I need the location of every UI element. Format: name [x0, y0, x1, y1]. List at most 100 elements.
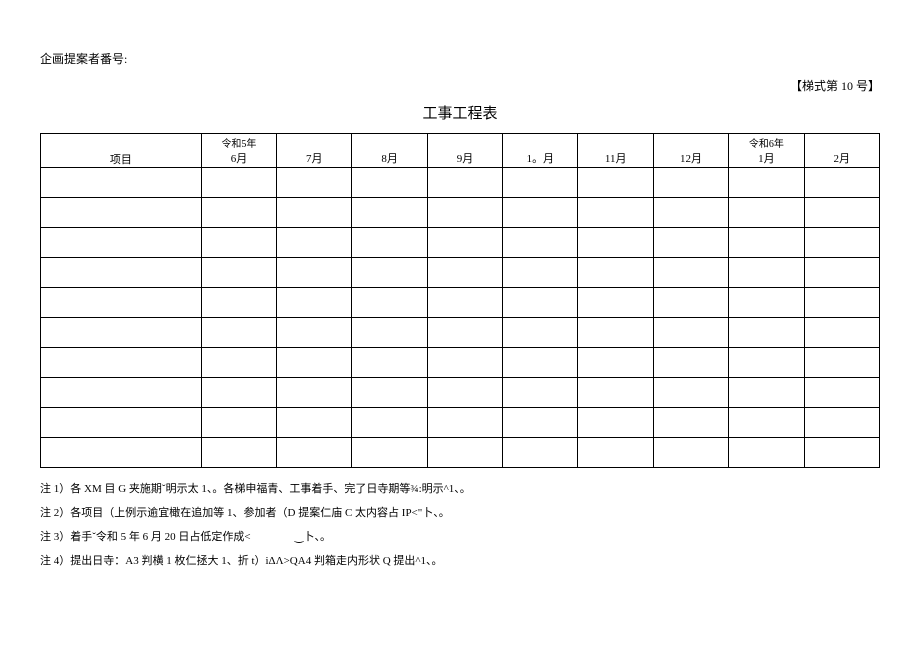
month-header-blank [653, 134, 728, 150]
table-cell [201, 378, 276, 408]
table-cell [427, 318, 502, 348]
table-cell [41, 168, 202, 198]
month-header: 9月 [427, 150, 502, 168]
table-cell [578, 348, 653, 378]
table-cell [427, 198, 502, 228]
table-cell [804, 438, 879, 468]
table-cell [277, 258, 352, 288]
table-cell [352, 258, 427, 288]
table-cell [41, 258, 202, 288]
table-cell [427, 408, 502, 438]
table-cell [729, 378, 804, 408]
table-cell [653, 258, 728, 288]
table-cell [41, 288, 202, 318]
table-cell [41, 228, 202, 258]
table-cell [503, 288, 578, 318]
table-cell [729, 318, 804, 348]
table-cell [503, 198, 578, 228]
table-cell [503, 228, 578, 258]
table-cell [201, 348, 276, 378]
table-cell [277, 318, 352, 348]
table-cell [804, 168, 879, 198]
table-cell [578, 438, 653, 468]
year-label-reiwa6: 令和6年 [729, 134, 804, 150]
table-cell [804, 378, 879, 408]
table-row [41, 348, 880, 378]
table-cell [427, 288, 502, 318]
table-cell [503, 438, 578, 468]
month-header-blank [503, 134, 578, 150]
table-row [41, 198, 880, 228]
table-cell [578, 378, 653, 408]
form-number: 【梯式第 10 号】 [40, 77, 880, 94]
table-row [41, 438, 880, 468]
table-cell [729, 168, 804, 198]
table-cell [729, 408, 804, 438]
month-header: 2月 [804, 150, 879, 168]
month-header-blank [427, 134, 502, 150]
table-cell [277, 378, 352, 408]
month-header: 1月 [729, 150, 804, 168]
table-cell [352, 198, 427, 228]
table-cell [578, 228, 653, 258]
table-cell [729, 198, 804, 228]
item-column-header: 项目 [41, 134, 202, 168]
table-cell [729, 438, 804, 468]
month-header-blank [352, 134, 427, 150]
table-cell [427, 228, 502, 258]
table-row [41, 408, 880, 438]
table-cell [804, 228, 879, 258]
table-cell [578, 408, 653, 438]
table-cell [653, 408, 728, 438]
table-cell [352, 228, 427, 258]
month-header: 1。月 [503, 150, 578, 168]
table-cell [352, 288, 427, 318]
note-1: 注 1）各 XM 目 G 夹施期ˇ明示太 1、。各梯申福青、工事着手、完了日寺期… [40, 478, 880, 500]
table-cell [578, 168, 653, 198]
table-cell [804, 318, 879, 348]
table-body [41, 168, 880, 468]
table-cell [653, 378, 728, 408]
table-cell [653, 168, 728, 198]
table-cell [352, 408, 427, 438]
table-cell [201, 318, 276, 348]
table-cell [41, 438, 202, 468]
table-cell [277, 348, 352, 378]
month-header: 11月 [578, 150, 653, 168]
page-title: 工事工程表 [40, 102, 880, 123]
table-cell [277, 408, 352, 438]
note-3: 注 3）着手ˇ令和 5 年 6 月 20 日占低定作成< ‿卜、。 [40, 526, 880, 548]
table-cell [201, 258, 276, 288]
table-row [41, 228, 880, 258]
table-cell [41, 378, 202, 408]
table-cell [352, 318, 427, 348]
month-header: 7月 [277, 150, 352, 168]
month-header-blank [277, 134, 352, 150]
table-cell [578, 288, 653, 318]
table-cell [503, 378, 578, 408]
year-label-reiwa5: 令和5年 [201, 134, 276, 150]
table-cell [503, 258, 578, 288]
table-cell [427, 438, 502, 468]
table-cell [277, 438, 352, 468]
table-row [41, 258, 880, 288]
table-row [41, 288, 880, 318]
table-cell [653, 438, 728, 468]
table-cell [503, 168, 578, 198]
table-cell [41, 318, 202, 348]
table-row [41, 318, 880, 348]
proposer-number-label: 企画提案者番号: [40, 50, 880, 67]
table-cell [578, 198, 653, 228]
table-cell [729, 258, 804, 288]
table-cell [41, 408, 202, 438]
table-cell [427, 378, 502, 408]
notes-section: 注 1）各 XM 目 G 夹施期ˇ明示太 1、。各梯申福青、工事着手、完了日寺期… [40, 478, 880, 572]
table-cell [578, 318, 653, 348]
schedule-table: 项目 令和5年 令和6年 6月 7月 8月 9月 1。月 11月 12月 1月 … [40, 133, 880, 468]
table-cell [352, 348, 427, 378]
table-cell [427, 168, 502, 198]
table-cell [578, 258, 653, 288]
table-cell [653, 228, 728, 258]
table-cell [503, 408, 578, 438]
note-4: 注 4）提出日寺：A3 判横 1 枚仁拯大 1、折 t）iΔΛ>QA4 判箱走内… [40, 550, 880, 572]
